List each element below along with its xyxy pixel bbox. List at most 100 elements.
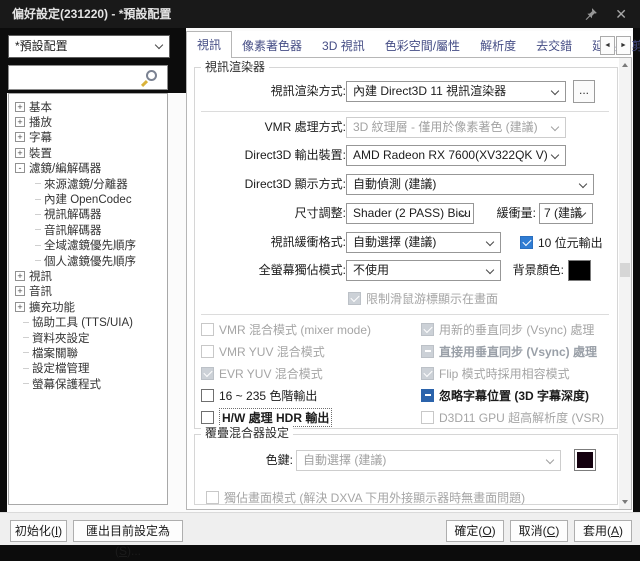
tree-item[interactable]: 來源濾鏡/分離器 [9, 176, 167, 191]
tree-item-label: 內建 OpenCodec [44, 191, 132, 207]
option-new-vsync: 用新的垂直同步 (Vsync) 處理 [421, 321, 594, 337]
tree-item-label: 協助工具 (TTS/UIA) [32, 314, 133, 330]
tree-item[interactable]: 個人濾鏡優先順序 [9, 253, 167, 268]
tree-item-label: 來源濾鏡/分離器 [44, 176, 128, 192]
d3d-device-dropdown[interactable]: AMD Radeon RX 7600(XV322QK V) [346, 145, 566, 166]
checkbox-indeterminate-disabled-icon [421, 345, 434, 358]
tree-item[interactable]: +字幕 [9, 130, 167, 145]
checkbox-unchecked-disabled-icon [206, 491, 219, 504]
panel-scrollbar[interactable] [619, 58, 631, 509]
scroll-up-icon[interactable] [619, 58, 631, 73]
apply-button[interactable]: 套用(A) [574, 520, 632, 542]
render-method-dropdown[interactable]: 內建 Direct3D 11 視訊渲染器 [346, 81, 566, 102]
option-10bit-output[interactable]: 10 位元輸出 [520, 234, 603, 250]
expand-icon[interactable]: + [15, 117, 25, 127]
fullscreen-exclusive-value: 不使用 [353, 263, 389, 277]
expand-icon[interactable]: + [15, 102, 25, 112]
close-icon[interactable]: ✕ [615, 0, 627, 28]
checkbox-unchecked-disabled-icon [201, 323, 214, 336]
tree-search-box[interactable] [8, 65, 168, 90]
ok-button[interactable]: 確定(O) [446, 520, 504, 542]
cancel-button[interactable]: 取消(C) [510, 520, 568, 542]
color-key-value: 自動選擇 (建議) [303, 453, 386, 467]
buffer-format-dropdown[interactable]: 自動選擇 (建議) [346, 232, 501, 253]
tab-scroll-right-icon[interactable]: ► [616, 36, 631, 55]
scroll-down-icon[interactable] [619, 494, 631, 509]
option-vmr-mixer-mode: VMR 混合模式 (mixer mode) [201, 321, 371, 337]
tree-item[interactable]: 全域濾鏡優先順序 [9, 238, 167, 253]
render-method-value: 內建 Direct3D 11 視訊渲染器 [353, 84, 506, 98]
tree-item-label: 音訊 [29, 283, 52, 299]
d3d-present-dropdown[interactable]: 自動偵測 (建議) [346, 174, 594, 195]
tree-item-label: 視訊解碼器 [44, 206, 102, 222]
button-label: 取消( [519, 524, 547, 538]
tree-item-label: 全域濾鏡優先順序 [44, 237, 136, 253]
scrollbar-thumb[interactable] [620, 263, 630, 277]
tab-resolution[interactable]: 解析度 [470, 35, 526, 57]
bg-color-swatch[interactable] [568, 260, 591, 281]
tab-video[interactable]: 視訊 [186, 31, 232, 58]
tree-item[interactable]: 內建 OpenCodec [9, 191, 167, 206]
tree-item[interactable]: 音訊解碼器 [9, 222, 167, 237]
tree-item[interactable]: +視訊 [9, 268, 167, 283]
expand-icon[interactable]: + [15, 271, 25, 281]
tree-item[interactable]: 檔案關聯 [9, 345, 167, 360]
resize-dropdown[interactable]: Shader (2 PASS) Bicu [346, 203, 474, 224]
option-label: D3D11 GPU 超高解析度 (VSR) [439, 409, 604, 426]
buffer-count-label: 緩衝量: [477, 203, 536, 224]
pin-icon[interactable] [583, 7, 598, 22]
preset-config-value: *預設配置 [15, 39, 68, 53]
checkbox-indeterminate-icon[interactable] [421, 389, 434, 402]
expand-icon[interactable]: + [15, 132, 25, 142]
tree-item[interactable]: -濾鏡/編解碼器 [9, 161, 167, 176]
tab-strip: 視訊 像素著色器 3D 視訊 色彩空間/屬性 解析度 去交錯 延展/裁剪 ◄ ► [186, 31, 632, 57]
tab-deinterlace[interactable]: 去交錯 [526, 35, 582, 57]
option-label: EVR YUV 混合模式 [219, 365, 323, 382]
checkbox-unchecked-disabled-icon [421, 411, 434, 424]
expand-icon[interactable]: + [15, 148, 25, 158]
color-key-dropdown: 自動選擇 (建議) [296, 450, 561, 471]
tree-item[interactable]: +播放 [9, 114, 167, 129]
preset-config-dropdown[interactable]: *預設配置 [8, 35, 170, 58]
option-label: VMR YUV 混合模式 [219, 343, 325, 360]
option-ignore-subtitle-position[interactable]: 忽略字幕位置 (3D 字幕深度) [421, 387, 589, 403]
tree-item[interactable]: 協助工具 (TTS/UIA) [9, 314, 167, 329]
export-settings-button[interactable]: 匯出目前設定為(S)... [73, 520, 183, 542]
tree-item[interactable]: +基本 [9, 99, 167, 114]
tab-colorspace[interactable]: 色彩空間/屬性 [375, 35, 470, 57]
color-key-swatch[interactable] [574, 449, 596, 471]
search-input[interactable] [13, 68, 143, 87]
tree-item[interactable]: + 音訊 [9, 284, 167, 299]
checkbox-checked-disabled-icon [421, 367, 434, 380]
fullscreen-exclusive-label: 全螢幕獨佔模式: [195, 260, 346, 281]
render-method-more-button[interactable]: ... [573, 80, 595, 103]
d3d-present-label: Direct3D 顯示方式: [195, 174, 346, 195]
tree-item[interactable]: +裝置 [9, 145, 167, 160]
expand-icon[interactable]: + [15, 286, 25, 296]
tree-item[interactable]: +擴充功能 [9, 299, 167, 314]
checkbox-checked-icon[interactable] [520, 236, 533, 249]
checkbox-checked-disabled-icon [201, 367, 214, 380]
tab-pixel-shader[interactable]: 像素著色器 [232, 35, 312, 57]
initialize-button[interactable]: 初始化(I) [10, 520, 67, 542]
tab-3d-video[interactable]: 3D 視訊 [312, 35, 375, 57]
option-16-235-output[interactable]: 16 ~ 235 色階輸出 [201, 387, 317, 403]
option-hw-hdr-output[interactable]: H/W 處理 HDR 輸出 [201, 409, 332, 425]
d3d-device-label: Direct3D 輸出裝置: [195, 145, 346, 166]
tree-item[interactable]: 設定檔管理 [9, 361, 167, 376]
expand-icon[interactable]: + [15, 302, 25, 312]
collapse-icon[interactable]: - [15, 163, 25, 173]
separator [201, 314, 609, 315]
resize-label: 尺寸調整: [195, 203, 346, 224]
tab-scroll-left-icon[interactable]: ◄ [600, 36, 615, 55]
checkbox-unchecked-icon[interactable] [201, 389, 214, 402]
option-flip-compat: Flip 模式時採用相容模式 [421, 365, 570, 381]
buffer-count-dropdown[interactable]: 7 (建議 [539, 203, 593, 224]
vmr-mode-label: VMR 處理方式: [195, 117, 346, 138]
tree-item[interactable]: 螢幕保護程式 [9, 376, 167, 391]
tree-item[interactable]: 視訊解碼器 [9, 207, 167, 222]
option-direct-vsync: 直接用垂直同步 (Vsync) 處理 [421, 343, 597, 359]
group-title-video-renderer: 視訊渲染器 [201, 60, 269, 74]
checkbox-unchecked-icon[interactable] [201, 411, 214, 424]
tree-item[interactable]: 資料夾設定 [9, 330, 167, 345]
